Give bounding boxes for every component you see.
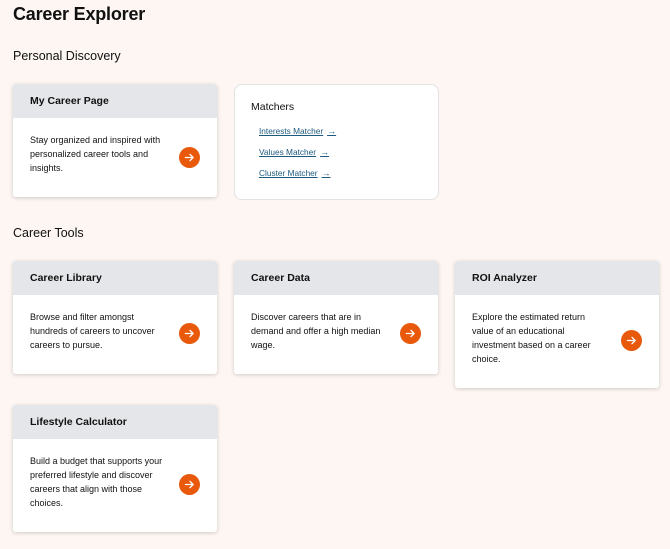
card-header: Career Data (234, 261, 438, 295)
arrow-right-icon (184, 153, 194, 162)
arrow-right-icon (184, 480, 194, 489)
values-matcher-link[interactable]: Values Matcher → (259, 147, 329, 157)
card-career-data: Career Data Discover careers that are in… (234, 261, 438, 374)
card-roi-analyzer: ROI Analyzer Explore the estimated retur… (455, 261, 659, 388)
card-career-library: Career Library Browse and filter amongst… (13, 261, 217, 374)
card-header: Career Library (13, 261, 217, 295)
link-label: Values Matcher (259, 147, 317, 157)
card-my-career-page: My Career Page Stay organized and inspir… (13, 84, 217, 197)
arrow-right-icon: → (321, 168, 331, 178)
open-my-career-page-button[interactable] (179, 147, 200, 168)
card-description: Stay organized and inspired with persona… (30, 135, 161, 173)
card-description: Discover careers that are in demand and … (251, 312, 381, 350)
card-body: Stay organized and inspired with persona… (13, 118, 217, 197)
link-label: Interests Matcher (259, 126, 324, 136)
card-lifestyle-calculator: Lifestyle Calculator Build a budget that… (13, 405, 217, 532)
arrow-right-icon: → (327, 126, 337, 136)
card-description: Explore the estimated return value of an… (472, 312, 591, 364)
interests-matcher-link[interactable]: Interests Matcher → (259, 126, 336, 136)
card-body: Build a budget that supports your prefer… (13, 439, 217, 532)
page-title: Career Explorer (13, 4, 146, 24)
card-header: Lifestyle Calculator (13, 405, 217, 439)
open-roi-analyzer-button[interactable] (621, 330, 642, 351)
arrow-right-icon (626, 336, 636, 345)
matchers-card: Matchers Interests Matcher → Values Matc… (234, 84, 439, 200)
matchers-title: Matchers (251, 101, 295, 113)
card-header: My Career Page (13, 84, 217, 118)
open-career-data-button[interactable] (400, 323, 421, 344)
card-body: Browse and filter amongst hundreds of ca… (13, 295, 217, 374)
card-body: Discover careers that are in demand and … (234, 295, 438, 374)
open-lifestyle-calculator-button[interactable] (179, 474, 200, 495)
arrow-right-icon: → (320, 147, 330, 157)
cluster-matcher-link[interactable]: Cluster Matcher → (259, 168, 331, 178)
card-body: Explore the estimated return value of an… (455, 295, 659, 388)
card-header: ROI Analyzer (455, 261, 659, 295)
arrow-right-icon (184, 329, 194, 338)
section-title-personal-discovery: Personal Discovery (13, 49, 121, 63)
arrow-right-icon (405, 329, 415, 338)
link-label: Cluster Matcher (259, 168, 318, 178)
card-description: Browse and filter amongst hundreds of ca… (30, 312, 155, 350)
open-career-library-button[interactable] (179, 323, 200, 344)
section-title-career-tools: Career Tools (13, 226, 84, 240)
card-description: Build a budget that supports your prefer… (30, 456, 163, 508)
